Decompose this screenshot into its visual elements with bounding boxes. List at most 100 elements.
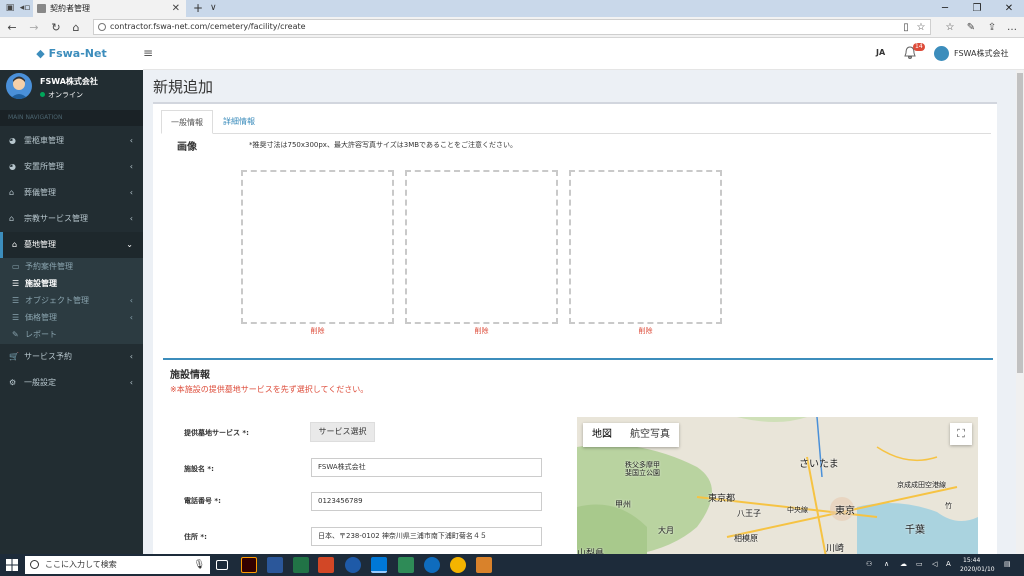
sidebar-item-religious[interactable]: ⌂ 宗教サービス管理 ‹ (0, 206, 143, 232)
windows-start-icon[interactable] (6, 559, 18, 571)
sidebar-item-cemetery[interactable]: ⌂ 墓地管理 ⌄ (0, 232, 143, 258)
clock-date[interactable]: 2020/01/10 (960, 566, 995, 573)
window-close-icon[interactable]: ✕ (994, 0, 1024, 17)
language-selector[interactable]: JA (876, 48, 885, 57)
address-label: 住所 *: (184, 533, 207, 541)
tray-chevron-icon[interactable]: ∧ (884, 560, 889, 568)
ie-icon[interactable] (345, 557, 361, 573)
cortana-icon (30, 560, 39, 569)
home-icon[interactable]: ⌂ (67, 19, 85, 36)
home-icon: ⌂ (9, 214, 15, 223)
network-icon[interactable]: ▭ (916, 560, 923, 568)
more-icon[interactable]: … (1004, 19, 1020, 36)
chevron-left-icon: ‹ (129, 188, 133, 197)
taskbar-search-input[interactable]: ここに入力して検索 🎙 (25, 556, 210, 574)
fullscreen-icon[interactable]: ⛶ (950, 423, 972, 445)
section-divider (163, 358, 993, 360)
cart-icon: 🛒 (9, 352, 19, 361)
image-upload-1[interactable] (241, 170, 394, 324)
back-icon[interactable]: ← (3, 19, 21, 36)
tab-preview-icon[interactable]: ◂▫ (17, 1, 33, 15)
address-bar: ← → ↻ ⌂ contractor.fswa-net.com/cemetery… (0, 17, 1024, 38)
section-warning: ※本施設の提供墓地サービスを先ず選択してください。 (170, 385, 369, 394)
sub-item-objects[interactable]: ☰ オブジェクト管理 ‹ (0, 292, 143, 309)
sub-item-facilities[interactable]: ☰ 施設管理 (0, 275, 143, 292)
notification-center-icon[interactable]: ▤ (1004, 560, 1011, 568)
ime-icon[interactable]: A (946, 560, 951, 568)
chevron-left-icon: ‹ (129, 162, 133, 171)
restore-icon[interactable]: ❐ (962, 0, 992, 17)
delete-image-2-link[interactable]: 削除 (405, 326, 558, 336)
close-tab-icon[interactable]: ✕ (172, 0, 180, 17)
reading-view-icon[interactable]: ▯ (898, 19, 914, 36)
edge-icon[interactable] (371, 557, 387, 573)
map-type-control: 地図 航空写真 (583, 423, 679, 447)
delete-image-3-link[interactable]: 削除 (569, 326, 722, 336)
new-tab-icon[interactable]: + (193, 0, 203, 16)
people-icon[interactable]: ⚇ (866, 560, 872, 568)
url-field[interactable]: contractor.fswa-net.com/cemetery/facilit… (93, 19, 931, 35)
gear-icon: ⚙ (9, 378, 17, 387)
onedrive-icon[interactable]: ☁ (900, 560, 907, 568)
minimize-icon[interactable]: ─ (930, 0, 960, 17)
user-menu[interactable]: FSWA株式会社 (954, 48, 1008, 59)
outlook-icon[interactable] (424, 557, 440, 573)
user-avatar[interactable] (934, 46, 949, 61)
hamburger-menu-icon[interactable]: ≡ (143, 46, 153, 60)
clock-time[interactable]: 15:44 (963, 557, 980, 564)
powerpoint-icon[interactable] (318, 557, 334, 573)
delete-image-1-link[interactable]: 削除 (241, 326, 394, 336)
address-input[interactable]: 日本、〒238-0102 神奈川県三浦市南下浦町菊名４５ (311, 527, 542, 546)
browser-tab-active[interactable]: 契約者管理 ✕ (33, 0, 186, 17)
image-upload-3[interactable] (569, 170, 722, 324)
phone-input[interactable]: 0123456789 (311, 492, 542, 511)
page-scrollbar[interactable] (1016, 70, 1024, 554)
tab-general[interactable]: 一般情報 (161, 110, 213, 134)
microphone-icon[interactable]: 🎙 (194, 556, 205, 574)
facility-name-input[interactable]: FSWA株式会社 (311, 458, 542, 477)
image-upload-2[interactable] (405, 170, 558, 324)
sub-item-pricing[interactable]: ☰ 価格管理 ‹ (0, 309, 143, 326)
refresh-icon[interactable]: ↻ (47, 19, 65, 36)
sidebar-item-hearse[interactable]: ◕ 霊柩車管理 ‹ (0, 128, 143, 154)
illustrator-icon[interactable] (241, 557, 257, 573)
service-select-button[interactable]: サービス選択 (310, 422, 375, 442)
chevron-down-icon[interactable]: ∨ (210, 0, 217, 17)
name-label: 施設名 *: (184, 465, 214, 473)
tab-details[interactable]: 詳細情報 (214, 110, 264, 134)
sub-item-reservations[interactable]: ▭ 予約案件管理 (0, 258, 143, 275)
task-view-icon[interactable] (216, 560, 228, 570)
volume-icon[interactable]: ◁ (932, 560, 937, 568)
sidebar-item-funeral[interactable]: ⌂ 葬儀管理 ‹ (0, 180, 143, 206)
map-label: 竹 (945, 502, 952, 510)
forward-icon[interactable]: → (25, 19, 43, 36)
nav-header: MAIN NAVIGATION (0, 110, 143, 126)
list-icon: ☰ (12, 313, 20, 322)
home-icon: ⌂ (12, 240, 18, 249)
map-type-map[interactable]: 地図 (583, 423, 621, 447)
favorite-star-icon[interactable]: ☆ (913, 19, 929, 36)
chevron-left-icon: ‹ (129, 313, 133, 322)
excel-icon[interactable] (293, 557, 309, 573)
media-icon[interactable] (476, 557, 492, 573)
scrollbar-thumb[interactable] (1017, 73, 1023, 373)
favorites-icon[interactable]: ☆ (942, 19, 958, 36)
list-icon: ☰ (12, 296, 20, 305)
share-icon[interactable]: ⇪ (984, 19, 1000, 36)
sub-item-reports[interactable]: ✎ レポート (0, 326, 143, 343)
map-type-satellite[interactable]: 航空写真 (621, 423, 679, 447)
sidebar-item-settings[interactable]: ⚙ 一般設定 ‹ (0, 370, 143, 396)
chrome-icon[interactable] (450, 557, 466, 573)
tab-actions-icon[interactable]: ▣ (2, 1, 18, 15)
image-label: 画像 (177, 142, 197, 153)
browser-tab-title: 契約者管理 (50, 4, 90, 13)
brand-logo[interactable]: ◆ Fswa-Net (0, 38, 143, 70)
sidebar-item-service-booking[interactable]: 🛒 サービス予約 ‹ (0, 344, 143, 370)
section-title: 施設情報 (170, 370, 210, 381)
map-view[interactable]: 地図 航空写真 ⛶ 秩父多摩甲斐国立公園 さいたま 東京都 八王子 東京 甲州 大… (577, 417, 978, 562)
sidebar-item-mortuary[interactable]: ◕ 安置所管理 ‹ (0, 154, 143, 180)
app-icon[interactable] (398, 557, 414, 573)
pen-icon[interactable]: ✎ (963, 19, 979, 36)
online-status: オンライン (40, 90, 83, 100)
word-icon[interactable] (267, 557, 283, 573)
